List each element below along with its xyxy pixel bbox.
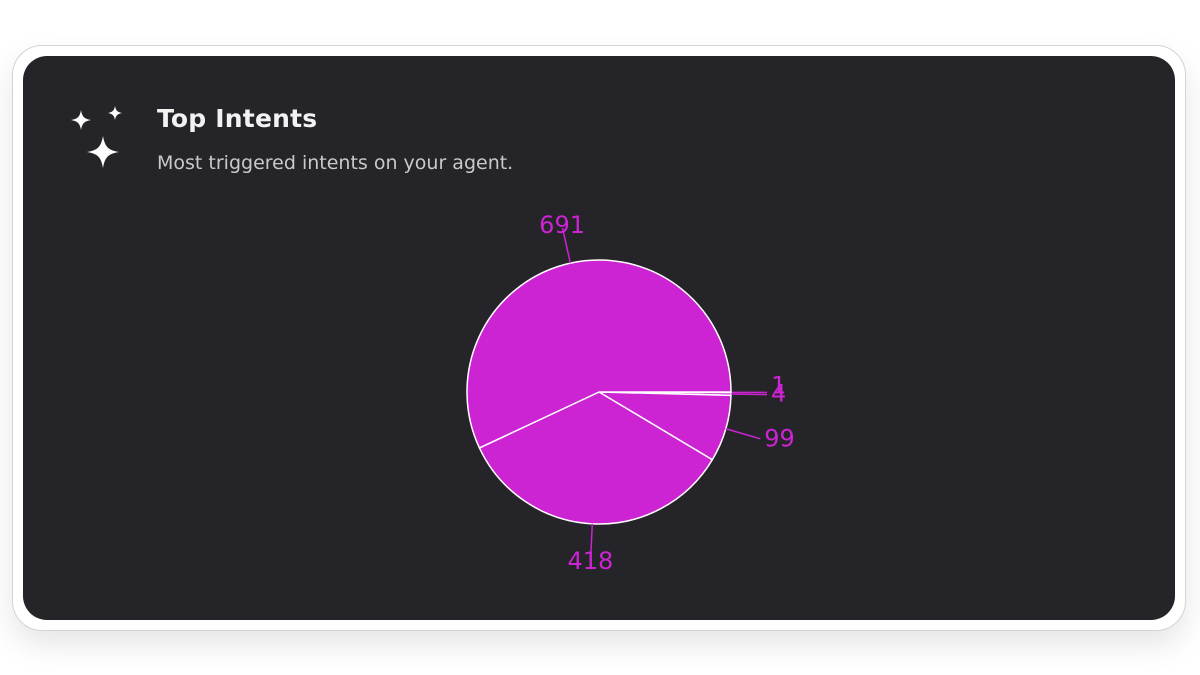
label-leader-line — [730, 393, 767, 396]
top-intents-card: Top Intents Most triggered intents on yo… — [23, 56, 1175, 620]
slice-value-label: 691 — [539, 211, 585, 239]
label-leader-line — [725, 428, 761, 440]
slice-value-label: 99 — [764, 424, 795, 452]
slice-value-label: 418 — [568, 547, 614, 575]
slice-value-label: 4 — [771, 380, 786, 408]
top-intents-pie-chart: 1499418691 — [466, 211, 795, 575]
